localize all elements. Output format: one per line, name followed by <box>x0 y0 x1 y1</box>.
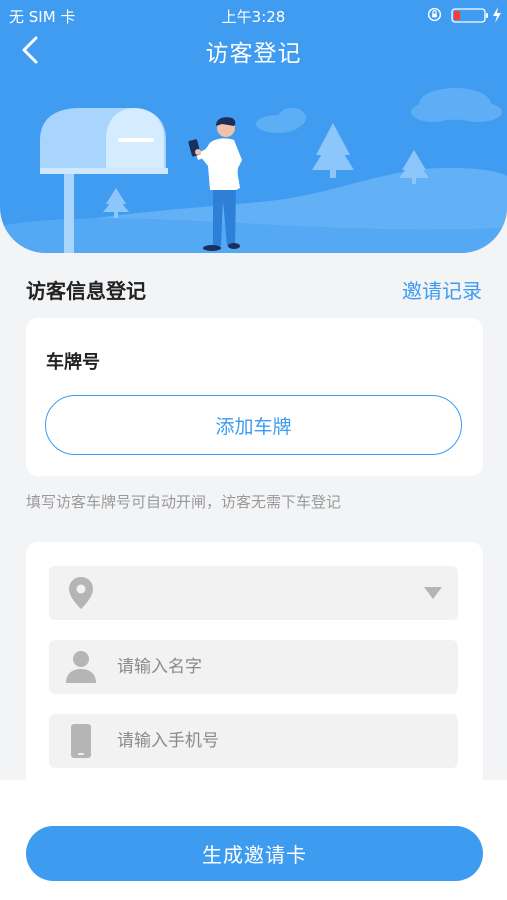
plate-number-label: 车牌号 <box>46 352 100 373</box>
header-banner: 无 SIM 卡 上午3:28 访客登记 <box>0 0 507 253</box>
visitor-info-title: 访客信息登记 <box>26 279 146 303</box>
visitor-form-card <box>26 542 483 792</box>
page-title: 访客登记 <box>205 41 302 67</box>
plate-card: 车牌号 添加车牌 <box>26 318 483 476</box>
name-input[interactable] <box>117 640 437 694</box>
add-plate-button[interactable]: 添加车牌 <box>45 395 462 455</box>
bottom-action-bar: 生成邀请卡 <box>0 780 507 900</box>
battery-icon <box>451 8 488 23</box>
charging-bolt-icon <box>493 7 501 23</box>
rotation-lock-icon <box>427 7 442 22</box>
invite-record-link[interactable]: 邀请记录 <box>402 275 482 304</box>
nav-bar: 访客登记 <box>0 30 507 70</box>
generate-invite-card-button[interactable]: 生成邀请卡 <box>26 826 483 881</box>
person-icon <box>65 640 97 694</box>
plate-hint-text: 填写访客车牌号可自动开闸，访客无需下车登记 <box>26 493 342 511</box>
phone-field[interactable] <box>49 714 458 768</box>
name-field[interactable] <box>49 640 458 694</box>
phone-input[interactable] <box>117 714 437 768</box>
phone-icon <box>65 714 97 768</box>
location-select[interactable] <box>49 566 458 620</box>
status-bar: 无 SIM 卡 上午3:28 <box>0 0 507 30</box>
dropdown-arrow-icon <box>424 587 442 599</box>
location-pin-icon <box>65 566 97 620</box>
